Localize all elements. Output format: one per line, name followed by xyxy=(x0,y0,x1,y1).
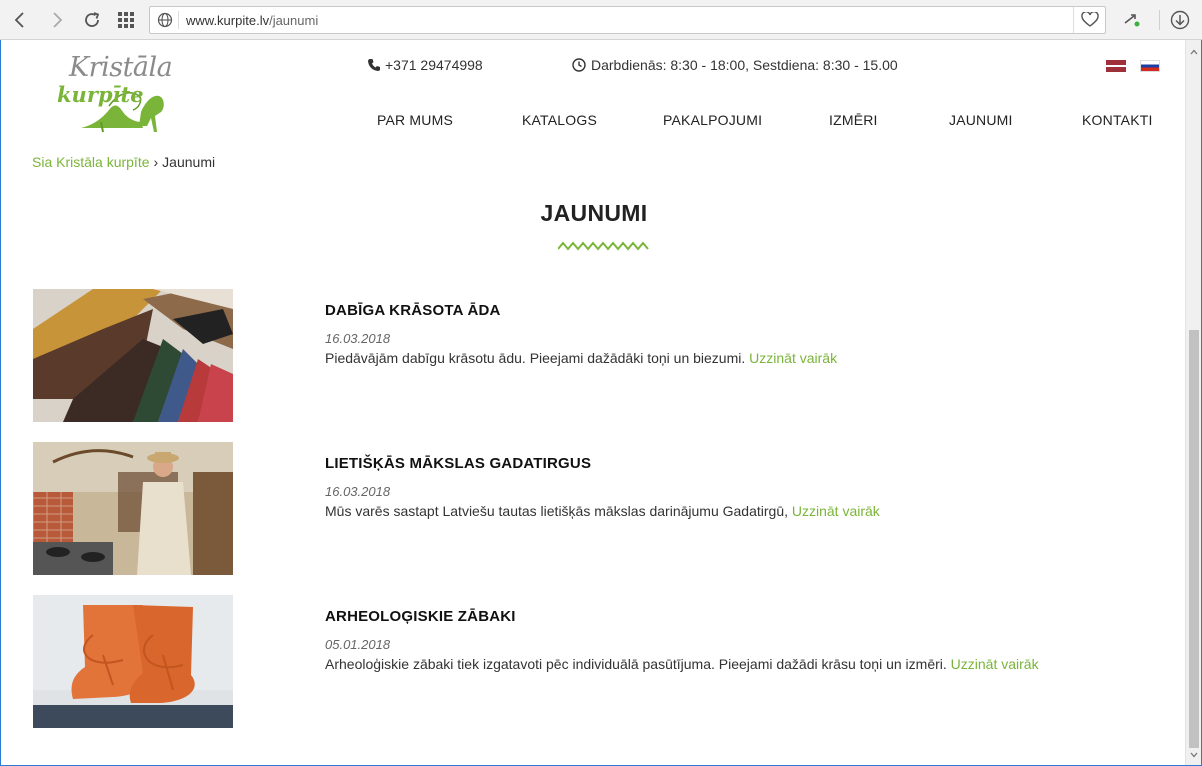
url-text[interactable]: www.kurpite.lv/jaunumi xyxy=(186,13,318,28)
url-host: www.kurpite.lv xyxy=(186,13,270,28)
read-more-link[interactable]: Uzzināt vairāk xyxy=(951,656,1039,672)
menu-item-katalogs[interactable]: KATALOGS xyxy=(522,112,597,128)
phone-number: +371 29474998 xyxy=(385,57,483,73)
globe-icon xyxy=(157,12,173,33)
site-logo[interactable]: Kristāla kurpīte xyxy=(57,42,177,134)
news-date: 16.03.2018 xyxy=(325,484,391,499)
download-icon[interactable] xyxy=(1168,8,1192,32)
news-title[interactable]: ARHEOLOĢISKIE ZĀBAKI xyxy=(325,608,516,625)
breadcrumb-separator: › xyxy=(153,154,159,170)
speed-dial-grid-icon[interactable] xyxy=(114,8,138,32)
news-text: Arheoloģiskie zābaki tiek izgatavoti pēc… xyxy=(325,656,947,672)
back-icon[interactable] xyxy=(8,8,32,32)
news-description: Arheoloģiskie zābaki tiek izgatavoti pēc… xyxy=(325,656,1039,672)
url-path: /jaunumi xyxy=(269,13,319,28)
read-more-link[interactable]: Uzzināt vairāk xyxy=(792,503,880,519)
news-date: 05.01.2018 xyxy=(325,637,391,652)
russian-flag-icon[interactable] xyxy=(1140,60,1160,72)
header-phone[interactable]: +371 29474998 xyxy=(367,57,483,73)
scrollbar-thumb[interactable] xyxy=(1189,330,1199,748)
news-text: Piedāvājām dabīgu krāsotu ādu. Pieejami … xyxy=(325,350,746,366)
news-thumbnail-fair[interactable] xyxy=(33,442,233,575)
news-text: Mūs varēs sastapt Latviešu tautas lietiš… xyxy=(325,503,788,519)
page-viewport: Kristāla kurpīte +371 29474998 Darbdienā… xyxy=(0,40,1202,766)
news-item: DABĪGA KRĀSOTA ĀDA 16.03.2018 Piedāvājām… xyxy=(33,289,1173,423)
scroll-down-arrow-icon[interactable] xyxy=(1190,745,1198,763)
forward-icon[interactable] xyxy=(45,8,69,32)
read-more-link[interactable]: Uzzināt vairāk xyxy=(749,350,837,366)
menu-item-pakalpojumi[interactable]: PAKALPOJUMI xyxy=(663,112,762,128)
breadcrumb: Sia Kristāla kurpīte › Jaunumi xyxy=(32,154,215,170)
working-hours: Darbdienās: 8:30 - 18:00, Sestdiena: 8:3… xyxy=(591,57,898,73)
logo-text-kristala: Kristāla xyxy=(69,52,173,83)
breadcrumb-home-link[interactable]: Sia Kristāla kurpīte xyxy=(32,154,150,170)
logo-text-kurpite: kurpīte xyxy=(57,82,144,107)
latvian-flag-icon[interactable] xyxy=(1106,60,1126,72)
news-item: LIETIŠĶĀS MĀKSLAS GADATIRGUS 16.03.2018 … xyxy=(33,442,1173,576)
browser-toolbar: www.kurpite.lv/jaunumi xyxy=(0,0,1202,40)
vertical-scrollbar[interactable] xyxy=(1185,40,1201,765)
language-switcher xyxy=(1106,60,1160,72)
clock-icon xyxy=(572,58,586,72)
breadcrumb-current: Jaunumi xyxy=(162,154,216,170)
phone-icon xyxy=(368,59,380,71)
news-item: ARHEOLOĢISKIE ZĀBAKI 05.01.2018 Arheoloģ… xyxy=(33,595,1173,729)
bookmark-heart-icon[interactable] xyxy=(1073,7,1105,33)
extension-icon[interactable] xyxy=(1120,8,1144,32)
news-title[interactable]: LIETIŠĶĀS MĀKSLAS GADATIRGUS xyxy=(325,455,591,472)
news-thumbnail-leather[interactable] xyxy=(33,289,233,422)
news-description: Piedāvājām dabīgu krāsotu ādu. Pieejami … xyxy=(325,350,837,366)
news-description: Mūs varēs sastapt Latviešu tautas lietiš… xyxy=(325,503,880,519)
menu-item-izmeri[interactable]: IZMĒRI xyxy=(829,112,878,128)
header-hours: Darbdienās: 8:30 - 18:00, Sestdiena: 8:3… xyxy=(572,57,898,73)
news-thumbnail-boots[interactable] xyxy=(33,595,233,728)
title-zigzag-divider xyxy=(558,241,649,251)
scroll-up-arrow-icon[interactable] xyxy=(1190,42,1198,60)
menu-item-jaunumi[interactable]: JAUNUMI xyxy=(949,112,1013,128)
page-title: JAUNUMI xyxy=(540,200,648,226)
reload-icon[interactable] xyxy=(80,8,104,32)
news-title[interactable]: DABĪGA KRĀSOTA ĀDA xyxy=(325,302,501,319)
menu-item-par-mums[interactable]: PAR MUMS xyxy=(377,112,453,128)
menu-item-kontakti[interactable]: KONTAKTI xyxy=(1082,112,1153,128)
address-bar[interactable]: www.kurpite.lv/jaunumi xyxy=(149,6,1106,34)
news-date: 16.03.2018 xyxy=(325,331,391,346)
